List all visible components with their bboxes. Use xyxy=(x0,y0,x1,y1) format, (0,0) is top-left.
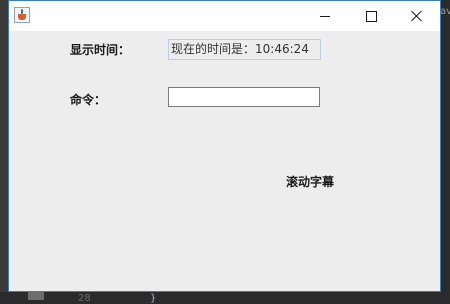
background-scrollbar-thumb xyxy=(28,292,44,300)
background-editor-text: av xyxy=(440,6,450,18)
java-icon[interactable] xyxy=(14,7,30,23)
title-bar[interactable] xyxy=(9,1,440,31)
java-icon-cup xyxy=(18,14,26,20)
app-window: 显示时间： 现在的时间是：10:46:24 命令： 滚动字幕 xyxy=(8,0,441,292)
maximize-button[interactable] xyxy=(348,1,394,31)
background-editor-bottom: 28 } xyxy=(0,292,450,300)
time-display-field[interactable]: 现在的时间是：10:46:24 xyxy=(168,39,321,60)
command-input[interactable] xyxy=(168,87,320,107)
background-code-brace: } xyxy=(150,293,156,304)
minimize-button[interactable] xyxy=(302,1,348,31)
close-icon xyxy=(411,10,423,22)
background-editor-gutter xyxy=(0,0,8,300)
command-label: 命令： xyxy=(70,91,106,108)
content-panel: 显示时间： 现在的时间是：10:46:24 命令： 滚动字幕 xyxy=(9,31,440,291)
minimize-icon xyxy=(320,16,330,17)
maximize-icon xyxy=(366,11,377,22)
marquee-text: 滚动字幕 xyxy=(286,173,334,190)
time-label: 显示时间： xyxy=(70,41,130,58)
background-line-number: 28 xyxy=(78,293,91,304)
close-button[interactable] xyxy=(394,1,440,31)
